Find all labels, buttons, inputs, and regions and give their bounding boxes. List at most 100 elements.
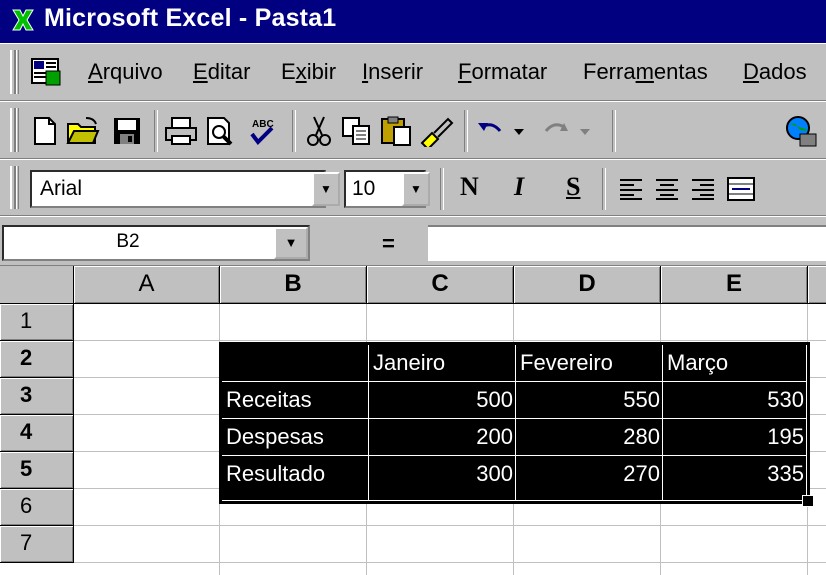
cell-b5[interactable]: Resultado (222, 456, 369, 501)
standard-toolbar: ABC (0, 101, 826, 159)
menu-arquivo-accel: A (88, 59, 103, 84)
window-title: Microsoft Excel - Pasta1 (44, 4, 337, 32)
cell-e3[interactable]: 530 (663, 382, 807, 419)
menu-exibir-pre: E (281, 59, 296, 84)
align-right-button[interactable] (684, 170, 722, 208)
cell-d2[interactable]: Fevereiro (516, 345, 663, 382)
undo-arrow-icon (478, 123, 524, 135)
column-header-b[interactable]: B (220, 266, 367, 304)
align-center-icon (656, 179, 678, 200)
font-name-dropdown[interactable]: ▼ (312, 172, 340, 206)
copy-button[interactable] (338, 112, 376, 150)
merge-center-icon (727, 177, 755, 201)
redo-arrow-icon (544, 123, 590, 135)
cell-d5[interactable]: 270 (516, 456, 663, 501)
cell-e2[interactable]: Março (663, 345, 807, 382)
column-header-f[interactable] (808, 266, 826, 304)
format-painter-button[interactable] (418, 112, 456, 150)
cell-b2[interactable] (222, 345, 369, 382)
menu-inserir[interactable]: Inserir (362, 59, 423, 85)
print-preview-button[interactable] (202, 112, 240, 150)
menu-arquivo[interactable]: Arquivo (88, 59, 163, 85)
paste-button[interactable] (378, 112, 416, 150)
align-right-icon (692, 179, 714, 200)
printer-icon (165, 117, 197, 145)
bold-button[interactable]: N (460, 172, 479, 202)
row-header-4[interactable]: 4 (0, 415, 74, 452)
menu-dados-accel: D (743, 59, 759, 84)
cell-c4[interactable]: 200 (369, 419, 516, 456)
menu-formatar-accel: F (458, 59, 472, 84)
cell-d4[interactable]: 280 (516, 419, 663, 456)
print-button[interactable] (162, 112, 200, 150)
cell-c5[interactable]: 300 (369, 456, 516, 501)
menu-dados[interactable]: Dados (743, 59, 807, 85)
open-button[interactable] (64, 112, 102, 150)
column-header-e[interactable]: E (661, 266, 808, 304)
row-header-1[interactable]: 1 (0, 304, 74, 341)
align-left-icon (620, 179, 642, 200)
row-header-3[interactable]: 3 (0, 378, 74, 415)
cell-c2[interactable]: Janeiro (369, 345, 516, 382)
menu-ferramentas[interactable]: Ferramentas (583, 59, 708, 85)
align-left-button[interactable] (612, 170, 650, 208)
font-name-value: Arial (40, 177, 83, 200)
fill-handle[interactable] (802, 495, 814, 507)
save-disk-icon (114, 118, 140, 144)
excel-logo-icon (10, 7, 36, 33)
cell-b3[interactable]: Receitas (222, 382, 369, 419)
menu-grip-line (16, 50, 19, 94)
new-document-icon (34, 117, 56, 145)
merge-center-button[interactable] (722, 170, 760, 208)
cell-d3[interactable]: 550 (516, 382, 663, 419)
row-header-6[interactable]: 6 (0, 489, 74, 526)
column-header-d[interactable]: D (514, 266, 661, 304)
save-button[interactable] (108, 112, 146, 150)
formula-bar: B2 ▼ = (0, 216, 826, 266)
menu-formatar-label: ormatar (471, 59, 548, 84)
font-size-dropdown[interactable]: ▼ (402, 172, 430, 206)
menu-formatar[interactable]: Formatar (458, 59, 547, 85)
row-header-7[interactable]: 7 (0, 526, 74, 563)
chevron-down-icon: ▼ (410, 182, 422, 196)
menu-editar-accel: E (193, 59, 208, 84)
select-all-button[interactable] (0, 266, 74, 304)
menu-exibir[interactable]: Exibir (281, 59, 336, 85)
redo-button[interactable] (540, 112, 600, 150)
cell-e4[interactable]: 195 (663, 419, 807, 456)
row-header-2[interactable]: 2 (0, 341, 74, 378)
menu-editar[interactable]: Editar (193, 59, 250, 85)
chevron-down-icon: ▼ (320, 182, 332, 196)
undo-button[interactable] (474, 112, 534, 150)
row-header-5[interactable]: 5 (0, 452, 74, 489)
toolbar-separator (612, 110, 616, 152)
underline-button[interactable]: S (566, 172, 580, 202)
font-size-value: 10 (352, 177, 376, 200)
name-box[interactable]: B2 ▼ (2, 225, 310, 261)
name-box-dropdown[interactable]: ▼ (274, 227, 308, 259)
formula-input[interactable] (428, 225, 826, 261)
menu-exibir-label: ibir (306, 59, 337, 84)
column-header-c[interactable]: C (367, 266, 514, 304)
spelling-button[interactable]: ABC (244, 112, 282, 150)
globe-icon (786, 116, 817, 147)
workbook-icon[interactable] (30, 57, 62, 87)
toolbar-separator (602, 168, 606, 210)
cell-b4[interactable]: Despesas (222, 419, 369, 456)
web-toolbar-button[interactable] (782, 112, 820, 150)
italic-button[interactable]: I (514, 172, 524, 202)
worksheet-grid[interactable]: A B C D E 1 2 3 4 5 6 7 Janeiro Fevereir… (0, 266, 826, 575)
column-header-a[interactable]: A (74, 266, 220, 304)
cut-button[interactable] (300, 112, 338, 150)
font-name-input[interactable]: Arial (30, 170, 326, 208)
edit-formula-button[interactable]: = (382, 231, 395, 257)
menu-bar: Arquivo Editar Exibir Inserir Formatar F… (0, 43, 826, 101)
selected-range[interactable]: Janeiro Fevereiro Março Receitas 500 550… (219, 342, 810, 504)
toolbar-separator (464, 110, 468, 152)
formatting-toolbar: Arial ▼ 10 ▼ N I S (0, 159, 826, 216)
cell-e5[interactable]: 335 (663, 456, 807, 501)
new-button[interactable] (26, 112, 64, 150)
cell-c3[interactable]: 500 (369, 382, 516, 419)
align-center-button[interactable] (648, 170, 686, 208)
scissors-icon (307, 116, 331, 146)
